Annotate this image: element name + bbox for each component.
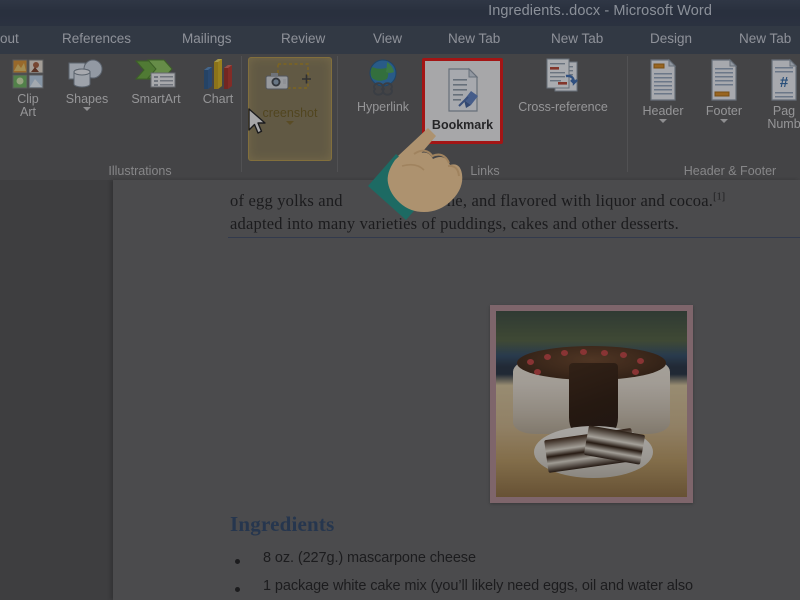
screenshot-dropdown-caret[interactable] <box>286 121 294 125</box>
group-label-header-footer: Header & Footer <box>683 164 777 178</box>
header-label: Header <box>642 104 684 118</box>
smartart-button[interactable]: SmartArt <box>120 58 192 106</box>
bookmark-button[interactable]: Bookmark <box>422 58 503 144</box>
header-button[interactable]: Header <box>632 58 694 123</box>
paragraph-line-1-part-a: of egg yolks and <box>230 191 343 210</box>
page-number-icon: # <box>767 58 800 102</box>
clipart-icon <box>11 58 45 90</box>
svg-text:#: # <box>780 74 789 91</box>
clip-art-button[interactable]: Clip Art <box>2 58 54 119</box>
screenshot-label: creenshot <box>262 106 318 120</box>
citation-ref[interactable]: [1] <box>713 192 725 203</box>
chart-icon <box>200 58 236 90</box>
tab-new-tab-1[interactable]: New Tab <box>448 31 500 46</box>
chart-button[interactable]: Chart <box>192 58 244 106</box>
clip-art-label-line2: Art <box>20 105 36 119</box>
title-bar: Ingredients..docx - Microsoft Word <box>0 0 800 26</box>
document-title: Ingredients..docx - Microsoft Word <box>488 3 712 19</box>
paragraph-line-2: adapted into many varieties of puddings,… <box>230 214 679 233</box>
paragraph-line-1-part-b: arpone, and flavored with liquor and coc… <box>416 191 714 210</box>
document-page[interactable]: of egg yolks and arpone, and flavored wit… <box>113 180 800 600</box>
header-dropdown-caret[interactable] <box>659 119 667 123</box>
document-canvas[interactable]: of egg yolks and arpone, and flavored wit… <box>0 180 800 600</box>
group-divider-2 <box>337 56 338 172</box>
cross-reference-icon <box>539 58 587 98</box>
cake-image[interactable] <box>490 305 693 503</box>
tab-new-tab-2[interactable]: New Tab <box>551 31 603 46</box>
footer-button[interactable]: Footer <box>694 58 754 123</box>
page-number-label-line2: Numb <box>767 117 800 131</box>
cake-photo-content <box>496 311 687 497</box>
word-application-window: Ingredients..docx - Microsoft Word out R… <box>0 0 800 600</box>
screenshot-button[interactable]: creenshot <box>248 57 332 161</box>
cross-reference-label: Cross-reference <box>518 100 608 114</box>
paragraph-underline <box>228 237 800 238</box>
bookmark-label: Bookmark <box>431 118 494 132</box>
paragraph-line-1: of egg yolks and arpone, and flavored wit… <box>230 191 725 211</box>
header-page-icon <box>646 58 680 102</box>
list-item: 1 package white cake mix (you’ll likely … <box>263 578 693 594</box>
tab-view[interactable]: View <box>373 31 402 46</box>
shapes-button[interactable]: Shapes <box>56 58 118 111</box>
bookmark-icon <box>439 66 487 116</box>
shapes-label: Shapes <box>65 92 109 106</box>
hyperlink-label: Hyperlink <box>356 100 410 114</box>
smartart-label: SmartArt <box>131 92 181 106</box>
tab-layout[interactable]: out <box>0 31 19 46</box>
tab-design[interactable]: Design <box>650 31 692 46</box>
group-label-illustrations: Illustrations <box>108 164 172 178</box>
page-number-button[interactable]: # Pag Numb <box>754 58 800 131</box>
bullet-marker <box>235 559 240 564</box>
screenshot-icon <box>262 62 318 104</box>
ingredients-heading: Ingredients <box>230 512 335 536</box>
tab-new-tab-3[interactable]: New Tab <box>739 31 791 46</box>
bullet-marker <box>235 587 240 592</box>
footer-page-icon <box>707 58 741 102</box>
chart-label: Chart <box>202 92 234 106</box>
ribbon-toolbar: Clip Art Shapes SmartArt Chart creenshot… <box>0 54 800 181</box>
hyperlink-button[interactable]: Hyperlink <box>345 58 421 114</box>
list-item: 8 oz. (227g.) mascarpone cheese <box>263 550 476 566</box>
footer-label: Footer <box>705 104 743 118</box>
group-label-links: Links <box>470 164 500 178</box>
footer-dropdown-caret[interactable] <box>720 119 728 123</box>
tab-review[interactable]: Review <box>281 31 325 46</box>
group-divider-3 <box>627 56 628 172</box>
shapes-icon <box>67 58 107 90</box>
shapes-dropdown-caret[interactable] <box>83 107 91 111</box>
smartart-icon <box>134 58 178 90</box>
tab-mailings[interactable]: Mailings <box>182 31 232 46</box>
cross-reference-button[interactable]: Cross-reference <box>505 58 621 114</box>
ribbon-tab-bar: out References Mailings Review View New … <box>0 26 800 54</box>
tab-references[interactable]: References <box>62 31 131 46</box>
globe-link-icon <box>363 58 403 98</box>
